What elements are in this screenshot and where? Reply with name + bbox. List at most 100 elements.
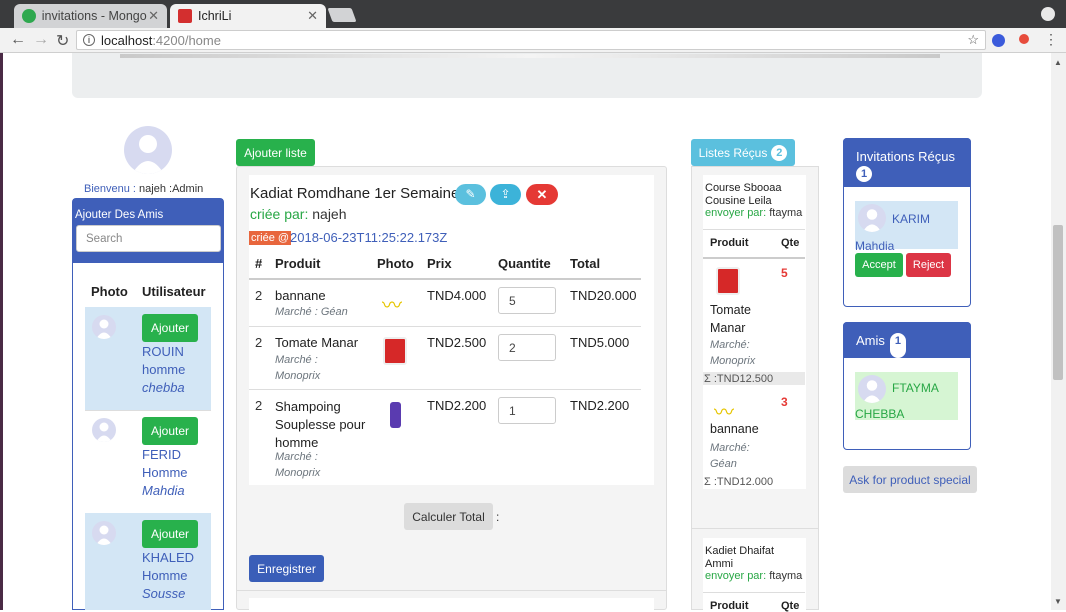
amis-header: Amis 1 bbox=[843, 322, 971, 358]
accept-button[interactable]: Accept bbox=[855, 253, 903, 277]
share-list-button[interactable]: ⇪ bbox=[490, 184, 521, 205]
friend-avatar bbox=[92, 521, 116, 545]
add-friend-button[interactable]: Ajouter bbox=[142, 520, 198, 548]
friend-gender: Homme bbox=[142, 568, 188, 583]
received-list-sender: envoyer par: ftayma bbox=[705, 207, 802, 219]
divider bbox=[703, 229, 805, 230]
info-icon: i bbox=[83, 34, 95, 46]
search-input[interactable]: Search bbox=[76, 225, 221, 252]
row-price: TND4.000 bbox=[427, 288, 487, 303]
scroll-down-icon[interactable]: ▼ bbox=[1054, 597, 1062, 606]
banana-icon: 〰 bbox=[382, 295, 402, 317]
reload-icon[interactable]: ↻ bbox=[56, 31, 69, 51]
welcome-user: najeh :Admin bbox=[139, 183, 204, 195]
browser-tab-ichrili[interactable]: IchriLi ✕ bbox=[170, 4, 326, 28]
friend-avatar bbox=[858, 375, 886, 403]
jumbotron-divider bbox=[120, 54, 940, 58]
col-product: Produit bbox=[710, 600, 749, 612]
jumbotron bbox=[72, 53, 982, 98]
quantity-input[interactable]: 2 bbox=[498, 334, 556, 361]
forward-icon[interactable]: → bbox=[33, 31, 49, 49]
quantity-input[interactable]: 1 bbox=[498, 397, 556, 424]
close-icon[interactable]: ✕ bbox=[148, 8, 159, 24]
extension-icon[interactable] bbox=[992, 34, 1005, 47]
tomato-can-icon bbox=[716, 267, 740, 295]
pencil-icon: ✎ bbox=[465, 187, 476, 201]
url-input[interactable]: i localhost:4200/home ☆ bbox=[76, 30, 986, 50]
row-market: Marché : Géan bbox=[275, 306, 348, 318]
back-icon[interactable]: ← bbox=[10, 31, 26, 49]
url-host: localhost bbox=[101, 32, 153, 48]
tab-title: IchriLi bbox=[198, 9, 232, 23]
friend-city: Mahdia bbox=[142, 483, 185, 498]
share-icon: ⇪ bbox=[500, 187, 511, 201]
row-price: TND2.200 bbox=[427, 398, 487, 413]
created-by: najeh bbox=[312, 206, 347, 222]
divider bbox=[703, 257, 805, 259]
friend-name: FTAYMA bbox=[892, 381, 939, 395]
item-qty: 3 bbox=[781, 395, 788, 409]
item-subtotal: Σ :TND12.000 bbox=[704, 476, 774, 488]
scrollbar-thumb[interactable] bbox=[1053, 225, 1063, 380]
friend-name: FERID bbox=[142, 447, 181, 462]
row-price: TND2.500 bbox=[427, 335, 487, 350]
row-total: TND20.000 bbox=[570, 288, 637, 303]
angular-icon bbox=[178, 9, 192, 23]
divider bbox=[703, 592, 805, 593]
list-divider bbox=[237, 590, 666, 591]
delete-list-button[interactable]: ✕ bbox=[526, 184, 558, 205]
sender-label: envoyer par: bbox=[705, 570, 767, 582]
item-name: Tomate Manar bbox=[710, 303, 751, 335]
quantity-input[interactable]: 5 bbox=[498, 287, 556, 314]
add-friends-title: Ajouter Des Amis bbox=[75, 209, 164, 221]
browser-tab-invitations[interactable]: invitations - Mongo ✕ bbox=[14, 4, 167, 28]
invitation-avatar bbox=[858, 204, 886, 232]
row-product: Shampoing Souplesse pour homme bbox=[275, 399, 366, 450]
add-list-button[interactable]: Ajouter liste bbox=[236, 139, 315, 166]
received-list-name: Kadiet Dhaifat Ammi bbox=[705, 545, 775, 570]
row-number: 2 bbox=[255, 335, 263, 350]
received-list-sender: envoyer par: ftayma bbox=[705, 570, 802, 582]
star-icon[interactable]: ☆ bbox=[967, 32, 979, 48]
list-creator: criée par: najeh bbox=[250, 206, 347, 222]
invitation-city: Mahdia bbox=[855, 239, 895, 253]
friend-name: KHALED bbox=[142, 550, 195, 565]
item-market: Marché: Géan bbox=[710, 442, 750, 470]
row-divider bbox=[249, 389, 641, 390]
sender-label: envoyer par: bbox=[705, 207, 767, 219]
shampoo-icon bbox=[390, 402, 401, 428]
col-product: Produit bbox=[275, 256, 321, 271]
special-product-button[interactable]: Ask for product special bbox=[843, 466, 977, 493]
add-friend-button[interactable]: Ajouter bbox=[142, 417, 198, 445]
invitations-count-badge: 1 bbox=[856, 166, 872, 182]
row-market: Marché : Monoprix bbox=[275, 354, 321, 382]
col-number: # bbox=[255, 256, 263, 271]
save-button[interactable]: Enregistrer bbox=[249, 555, 324, 582]
item-market: Marché: Monoprix bbox=[710, 339, 756, 367]
scroll-up-icon[interactable]: ▲ bbox=[1054, 58, 1062, 67]
friend-avatar bbox=[92, 315, 116, 339]
col-qty: Qte bbox=[781, 237, 800, 249]
calculate-total-button[interactable]: Calculer Total bbox=[404, 503, 493, 530]
extension-icon-2[interactable] bbox=[1019, 34, 1029, 44]
item-qty: 5 bbox=[781, 266, 788, 280]
received-lists-button[interactable]: Listes Réçus 2 bbox=[691, 139, 795, 166]
reject-button[interactable]: Reject bbox=[906, 253, 951, 277]
col-product: Produit bbox=[710, 237, 749, 249]
menu-icon[interactable]: ⋮ bbox=[1044, 31, 1058, 48]
friend-avatar bbox=[92, 418, 116, 442]
account-icon[interactable] bbox=[1041, 7, 1055, 21]
new-tab-button[interactable] bbox=[327, 8, 357, 22]
row-number: 2 bbox=[255, 288, 263, 303]
user-avatar bbox=[124, 126, 172, 174]
item-name: bannane bbox=[710, 422, 759, 436]
add-friend-button[interactable]: Ajouter bbox=[142, 314, 198, 342]
friend-city: Sousse bbox=[142, 586, 186, 601]
received-count-badge: 2 bbox=[771, 144, 788, 161]
close-icon[interactable]: ✕ bbox=[307, 8, 318, 24]
col-qty: Qte bbox=[781, 600, 800, 612]
close-icon: ✕ bbox=[536, 187, 548, 202]
invitations-header: Invitations Réçus 1 bbox=[843, 138, 971, 187]
welcome-text: Bienvenu : najeh :Admin bbox=[84, 183, 203, 195]
edit-list-button[interactable]: ✎ bbox=[455, 184, 486, 205]
